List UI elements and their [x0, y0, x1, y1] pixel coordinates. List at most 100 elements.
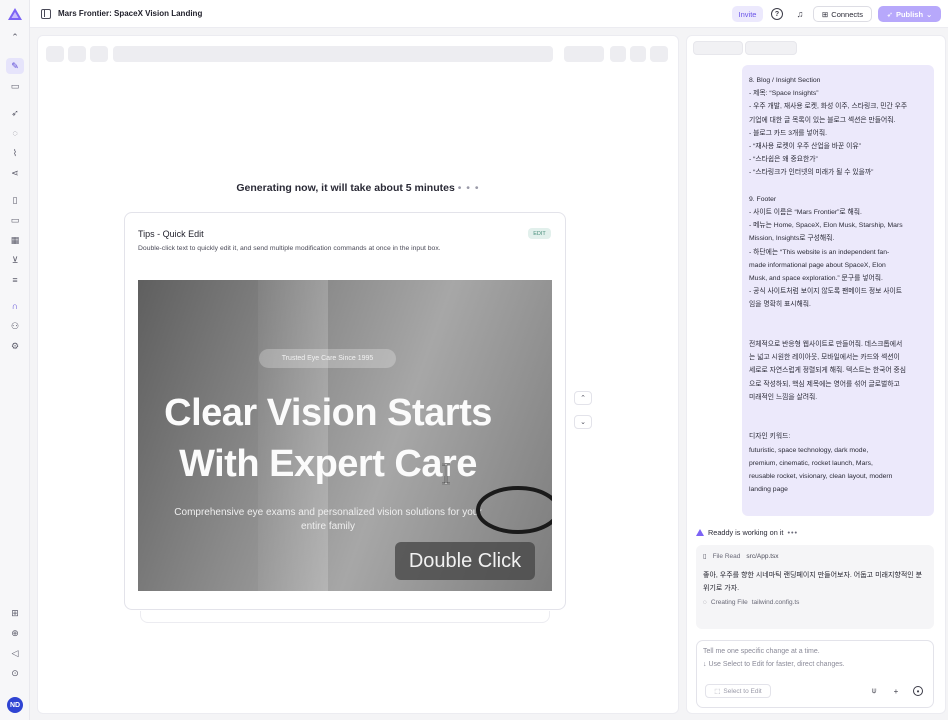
message-line: - 공식 사이트처럼 보이지 않도록 팬메이드 정보 사이트 [749, 288, 903, 296]
message-line: - “재사용 로켓이 우주 산업을 바꾼 이유” [749, 143, 861, 151]
file-icon: ▯ [703, 553, 707, 560]
card-stack-shadow [140, 611, 550, 623]
chat-panel: 8. Blog / Insight Section - 제목: “Space In… [686, 35, 946, 714]
headset-icon[interactable]: ∩ [9, 300, 21, 312]
share-icon[interactable]: ⋖ [9, 167, 21, 179]
message-line: - 하단에는 “This website is an independent f… [749, 248, 890, 256]
demo-headline-line: Clear Vision Starts [164, 392, 492, 434]
app-logo[interactable] [8, 8, 22, 20]
skeleton-address-bar [113, 46, 553, 62]
database-icon[interactable]: ≡ [9, 274, 21, 286]
avatar[interactable]: ND [7, 697, 23, 713]
message-line: - 제목: “Space Insights” [749, 90, 819, 98]
demo-headline: Clear Vision Starts With Expert Care [138, 388, 518, 490]
message-line: Mission, Insights로 구성해줘. [749, 235, 835, 243]
demo-subtitle-line: entire family [301, 521, 355, 532]
generating-status: Generating now, it will take about 5 min… [38, 182, 678, 194]
skeleton-bar [610, 46, 626, 62]
edit-icon[interactable]: ✎ [6, 58, 24, 74]
skeleton-bar [90, 46, 108, 62]
chat-icon[interactable]: ◌ [9, 127, 21, 139]
demo-headline-line: With Expert Care [179, 443, 477, 485]
message-line: - 블로그 카드 3개를 넣어줘. [749, 129, 828, 137]
loading-dots-icon: • • • [457, 182, 480, 194]
megaphone-icon[interactable]: ◁ [9, 647, 21, 659]
demo-animation: Trusted Eye Care Since 1995 Clear Vision… [138, 280, 552, 591]
double-click-label: Double Click [395, 542, 535, 580]
user-message: 8. Blog / Insight Section - 제목: “Space In… [742, 65, 934, 516]
chevron-down-icon[interactable]: ⌄ [574, 415, 592, 429]
message-line: - 우주 개발, 재사용 로켓, 화성 이주, 스타링크, 민간 우주 [749, 103, 908, 111]
message-line: Musk, and space exploration.” 문구를 넣어줘. [749, 275, 883, 283]
inbox-icon[interactable]: ▭ [9, 214, 21, 226]
gift-icon[interactable]: ⊞ [9, 607, 21, 619]
agent-status: Readdy is working on it ••• [696, 528, 798, 537]
globe-icon[interactable]: ⊕ [9, 627, 21, 639]
calendar-icon[interactable]: ▦ [9, 234, 21, 246]
add-icon[interactable]: + [891, 686, 901, 696]
file-read-label: File Read [712, 552, 741, 560]
preview-panel: Generating now, it will take about 5 min… [37, 35, 679, 714]
connects-button[interactable]: ⊞ Connects [813, 6, 872, 22]
microphone-icon[interactable]: ⍦ [869, 686, 879, 696]
file-read-row: ▯ File Read src/App.tsx [703, 552, 927, 561]
message-line: reusable rocket, visionary, clean layout… [749, 473, 893, 481]
project-title[interactable]: Mars Frontier: SpaceX Vision Landing [58, 9, 202, 18]
creating-file-path: tailwind.config.ts [751, 599, 800, 606]
top-bar: Mars Frontier: SpaceX Vision Landing Inv… [30, 0, 948, 28]
billing-icon[interactable]: ⊙ [9, 667, 21, 679]
select-icon: ⬚ [714, 688, 721, 695]
grid-icon: ⊞ [822, 9, 829, 19]
send-icon[interactable]: • [913, 686, 923, 696]
select-to-edit-label: Select to Edit [723, 687, 762, 695]
input-placeholder: Tell me one specific change at a time. [703, 648, 820, 655]
creating-file-label: Creating File [710, 599, 748, 606]
message-line: - 사이트 이름은 “Mars Frontier”로 해줘. [749, 209, 862, 217]
folder-icon[interactable]: ▭ [9, 80, 21, 92]
message-line: 디자인 키워드: [749, 433, 791, 441]
message-line: premium, cinematic, rocket launch, Mars, [749, 459, 873, 467]
generating-text: Generating now, it will take about 5 min… [236, 182, 455, 194]
sidebar-toggle-icon[interactable] [41, 9, 51, 19]
skeleton-tab [693, 41, 743, 55]
skeleton-bar [564, 46, 604, 62]
clipboard-icon[interactable]: ▯ [9, 194, 21, 206]
help-icon[interactable]: ? [771, 8, 783, 20]
edit-badge: EDIT [528, 228, 551, 239]
invite-button[interactable]: Invite [732, 6, 763, 22]
message-line: - “스타쉽은 왜 중요한가” [749, 156, 818, 164]
analytics-icon[interactable]: ⌇ [9, 147, 21, 159]
settings-icon[interactable]: ⚙ [9, 340, 21, 352]
collapse-icon[interactable]: ⌃ [9, 31, 21, 43]
skeleton-tab [745, 41, 797, 55]
message-line: - “스타링크가 인터넷의 미래가 될 수 있을까” [749, 169, 874, 177]
rocket-icon: ➶ [886, 9, 893, 19]
message-line: 전체적으로 반응형 웹사이트로 만들어줘. 데스크톱에서 [749, 341, 903, 349]
file-read-path: src/App.tsx [746, 552, 779, 560]
message-line: 미래적인 느낌을 살려줘. [749, 393, 818, 401]
demo-pill: Trusted Eye Care Since 1995 [259, 349, 396, 368]
message-line: landing page [749, 486, 788, 494]
rocket-icon[interactable]: ➶ [9, 107, 21, 119]
agent-logo-icon [696, 529, 704, 536]
publish-button[interactable]: ➶ Publish ⌄ [878, 6, 941, 22]
message-line: 세로로 자연스럽게 정렬되게 해줘. 텍스트는 한국어 중심 [749, 367, 907, 375]
skeleton-bar [630, 46, 646, 62]
users-icon[interactable]: ⚇ [9, 320, 21, 332]
publish-label: Publish [895, 9, 924, 19]
chevron-up-icon[interactable]: ⌃ [574, 391, 592, 405]
chat-input[interactable]: Tell me one specific change at a time. ↓… [696, 640, 934, 708]
message-line: 임을 명확히 표시해줘. [749, 301, 811, 309]
spinner-icon: ◌ [703, 599, 707, 606]
message-line: 9. Footer [749, 195, 777, 203]
cart-icon[interactable]: ⊻ [9, 254, 21, 266]
text-cursor-icon [442, 463, 450, 485]
select-to-edit-button[interactable]: ⬚ Select to Edit [705, 684, 771, 698]
agent-reply: 좋아, 우주를 향한 시네마틱 랜딩페이지 만들어보자. 어둡고 미래지향적인 … [703, 572, 923, 592]
demo-subtitle: Comprehensive eye exams and personalized… [138, 506, 518, 534]
bell-icon[interactable]: ♫ [794, 8, 806, 20]
tips-card: Tips - Quick Edit EDIT Double-click text… [124, 212, 566, 610]
